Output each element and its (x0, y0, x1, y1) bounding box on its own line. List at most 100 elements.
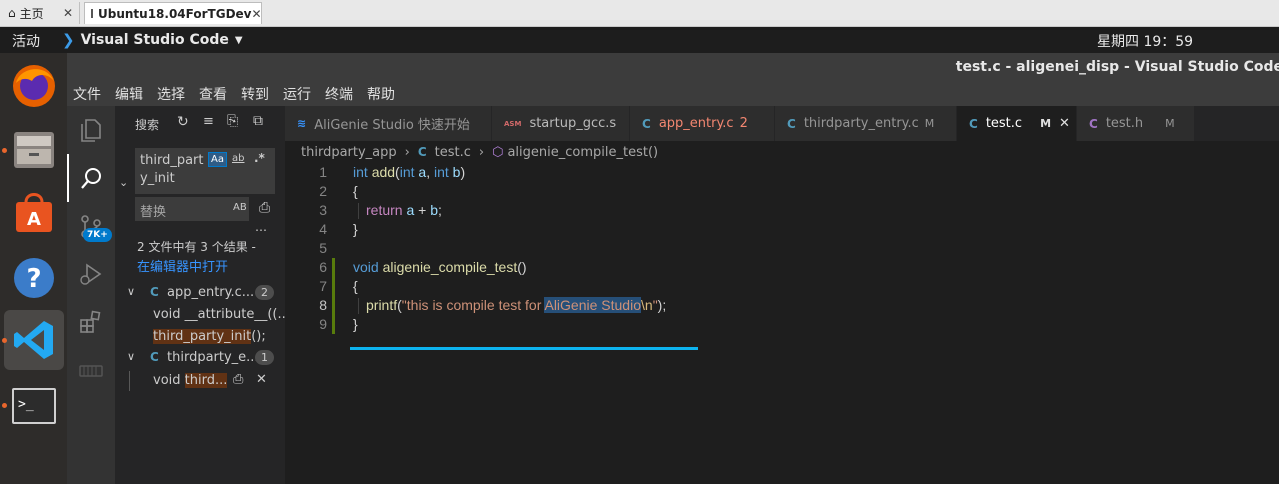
chevron-down-icon[interactable]: ⌄ (119, 176, 128, 189)
c-file-icon: C (642, 116, 651, 131)
tab-label: app_entry.c (658, 116, 734, 131)
replace-icon[interactable]: ⎙ (233, 372, 243, 387)
match-line: third_party_init(); (153, 329, 266, 344)
result-count-badge: 2 (255, 285, 274, 300)
tab-test-c[interactable]: C test.c M ✕ (957, 106, 1077, 141)
firefox-icon (13, 65, 55, 107)
clock[interactable]: 星期四 19：59 (1097, 31, 1193, 51)
menu-edit[interactable]: 编辑 (115, 84, 143, 104)
tab-label: AliGenie Studio 快速开始 (314, 118, 470, 133)
menu-terminal[interactable]: 终端 (325, 84, 353, 104)
activity-remote[interactable] (67, 346, 115, 394)
clear-results-icon[interactable]: ≡ (203, 114, 214, 129)
menu-view[interactable]: 查看 (199, 84, 227, 104)
search-query-line1: third_part (140, 153, 204, 168)
files-icon (14, 132, 54, 168)
collapse-all-icon[interactable]: ⧉ (253, 113, 263, 129)
h-file-icon: C (1089, 116, 1098, 131)
app-menu[interactable]: ❯ Visual Studio Code ▼ (62, 31, 243, 49)
search-query-line2: y_init (140, 171, 175, 186)
tab-label: thirdparty_entry.c (803, 116, 919, 131)
activity-search[interactable] (67, 154, 115, 202)
result-file-app-entry[interactable]: ∨ C app_entry.c... 2 (115, 284, 285, 304)
caret-down-icon: ▼ (234, 34, 243, 46)
results-summary: 2 文件中有 3 个结果 - (137, 240, 256, 254)
preserve-case-toggle[interactable]: AB (233, 202, 247, 213)
tab-startup-gcc[interactable]: ASM startup_gcc.s (492, 106, 630, 141)
result-match[interactable]: third_party_init(); (115, 327, 285, 347)
running-indicator (2, 148, 7, 153)
close-icon[interactable]: ✕ (1059, 116, 1070, 131)
tab-app-entry[interactable]: C app_entry.c 2 (630, 106, 775, 141)
tab-thirdparty-entry[interactable]: C thirdparty_entry.c M (775, 106, 957, 141)
vm-tab-home[interactable]: ⌂ 主页 ✕ (2, 2, 80, 24)
close-icon[interactable]: ✕ (252, 7, 262, 21)
regex-toggle[interactable]: .* (254, 151, 265, 165)
tree-guide (129, 371, 130, 391)
result-file-thirdparty-entry[interactable]: ∨ C thirdparty_e... 1 (115, 349, 285, 369)
tab-test-h[interactable]: C test.h M (1077, 106, 1195, 141)
activity-run-debug[interactable] (67, 250, 115, 298)
line-number: 5 (319, 240, 327, 256)
dock-terminal[interactable]: >_ (4, 376, 64, 436)
breadcrumb-file[interactable]: test.c (435, 145, 471, 160)
welcome-icon: ≋ (297, 117, 307, 130)
dismiss-icon[interactable]: ✕ (256, 372, 267, 387)
refresh-icon[interactable]: ↻ (177, 114, 189, 130)
line-number: 8 (319, 297, 327, 313)
search-input[interactable]: third_part y_init Aa ab .* (135, 148, 275, 194)
running-indicator (2, 403, 7, 408)
window-title-bar[interactable]: test.c - aligenei_disp - Visual Studio C… (67, 53, 1279, 81)
menu-bar: 文件 编辑 选择 查看 转到 运行 终端 帮助 (67, 81, 1279, 106)
dock-software[interactable]: A (4, 183, 64, 243)
symbol-method-icon: ⬡ (492, 144, 504, 160)
breadcrumb-folder[interactable]: thirdparty_app (301, 145, 397, 160)
whole-word-toggle[interactable]: ab (232, 153, 244, 164)
match-case-toggle[interactable]: Aa (208, 152, 227, 167)
close-icon[interactable]: ✕ (63, 6, 73, 20)
chevron-down-icon: ∨ (127, 285, 136, 298)
menu-run[interactable]: 运行 (283, 84, 311, 104)
match-text: void (153, 373, 185, 388)
result-match[interactable]: void third... ⎙ ✕ (115, 371, 285, 391)
dock-help[interactable]: ? (4, 248, 64, 308)
vm-tab-ubuntu[interactable]: Ubuntu18.04ForTGDev ✕ (84, 2, 262, 24)
result-match[interactable]: void __attribute__((... (115, 305, 290, 325)
open-in-editor-link[interactable]: 在编辑器中打开 (137, 256, 228, 275)
code-line: return a + b; (366, 202, 442, 218)
activity-source-control[interactable]: 7K+ (67, 202, 115, 250)
menu-help[interactable]: 帮助 (367, 84, 395, 104)
code-line: { (353, 183, 358, 199)
activity-extensions[interactable] (67, 298, 115, 346)
activity-bar: 7K+ (67, 106, 115, 484)
vm-tab-home-label: 主页 (19, 6, 44, 21)
breadcrumb: thirdparty_app › C test.c › ⬡ aligenie_c… (285, 141, 1279, 163)
result-count-badge: 1 (255, 350, 274, 365)
new-search-editor-icon[interactable]: ⎘ (227, 113, 238, 129)
files-icon (81, 119, 101, 142)
extensions-icon (80, 310, 101, 333)
menu-file[interactable]: 文件 (73, 84, 101, 104)
code-editor[interactable]: 1 2 3 4 5 6 7 8 9 int add(int a, int b) … (285, 163, 1279, 484)
menu-selection[interactable]: 选择 (157, 84, 185, 104)
keyboard-icon (79, 365, 103, 377)
gnome-top-bar: 活动 ❯ Visual Studio Code ▼ 星期四 19：59 (0, 27, 1279, 53)
replace-input[interactable]: 替换 AB (135, 197, 249, 221)
match-line: void third... (153, 373, 228, 388)
activity-explorer[interactable] (67, 106, 115, 154)
tab-aligenie-quickstart[interactable]: ≋ AliGenie Studio 快速开始 (285, 106, 492, 141)
dock-vscode[interactable] (4, 310, 64, 370)
menu-go[interactable]: 转到 (241, 84, 269, 104)
replace-all-icon[interactable]: ⎙ (259, 200, 270, 216)
help-icon: ? (14, 258, 54, 298)
breadcrumb-symbol[interactable]: aligenie_compile_test() (507, 145, 658, 160)
dock-firefox[interactable] (4, 55, 64, 115)
more-options-icon[interactable]: … (255, 220, 267, 234)
indent-guide (358, 203, 359, 219)
home-icon: ⌂ (8, 6, 16, 20)
activities-button[interactable]: 活动 (12, 31, 40, 51)
line-number: 4 (319, 221, 327, 237)
app-menu-label: Visual Studio Code (80, 32, 229, 48)
dock-files[interactable] (4, 119, 64, 179)
vscode-icon: ❯ (62, 31, 75, 49)
